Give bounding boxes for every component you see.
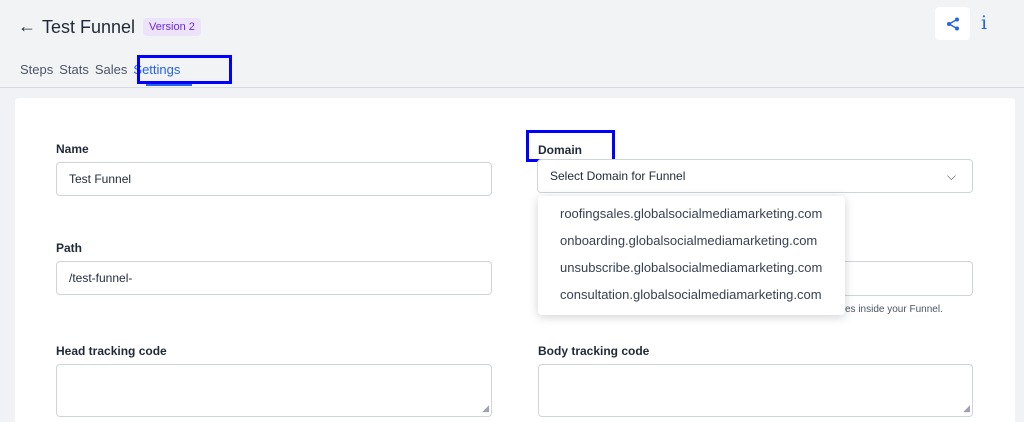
- name-label: Name: [56, 142, 89, 156]
- tab-steps[interactable]: Steps: [20, 62, 53, 77]
- active-tab-indicator: [146, 84, 192, 86]
- version-badge: Version 2: [143, 18, 201, 36]
- domain-option[interactable]: unsubscribe.globalsocialmediamarketing.c…: [538, 260, 845, 287]
- share-icon: [946, 17, 959, 30]
- domain-option[interactable]: onboarding.globalsocialmediamarketing.co…: [538, 233, 845, 260]
- body-tracking-label: Body tracking code: [538, 344, 650, 358]
- share-button[interactable]: [935, 7, 970, 40]
- page-title: Test Funnel: [42, 17, 136, 37]
- path-field[interactable]: [56, 261, 492, 295]
- domain-option[interactable]: roofingsales.globalsocialmediamarketing.…: [538, 206, 845, 233]
- chevron-down-icon: ⌵: [946, 169, 956, 183]
- resize-handle-icon[interactable]: ◢: [482, 403, 489, 414]
- tab-stats[interactable]: Stats: [59, 62, 89, 77]
- domain-select-value: Select Domain for Funnel: [550, 169, 686, 183]
- head-tracking-textarea[interactable]: ◢: [56, 364, 492, 417]
- domain-option[interactable]: consultation.globalsocialmediamarketing.…: [538, 287, 845, 314]
- path-label: Path: [56, 241, 83, 255]
- info-icon[interactable]: i: [981, 12, 987, 34]
- body-tracking-textarea[interactable]: ◢: [538, 364, 973, 417]
- resize-handle-icon[interactable]: ◢: [963, 403, 970, 414]
- domain-label-highlight-box: [526, 130, 615, 162]
- head-tracking-label: Head tracking code: [56, 344, 167, 358]
- domain-select[interactable]: Select Domain for Funnel ⌵: [537, 159, 973, 193]
- settings-tab-highlight-box: [137, 55, 232, 84]
- arrow-left-icon[interactable]: ←: [18, 16, 36, 37]
- name-field[interactable]: [56, 162, 492, 196]
- partially-hidden-input[interactable]: [840, 261, 973, 296]
- domain-dropdown-menu: roofingsales.globalsocialmediamarketing.…: [538, 196, 845, 315]
- help-text: es inside your Funnel.: [845, 304, 943, 315]
- tab-sales[interactable]: Sales: [95, 62, 128, 77]
